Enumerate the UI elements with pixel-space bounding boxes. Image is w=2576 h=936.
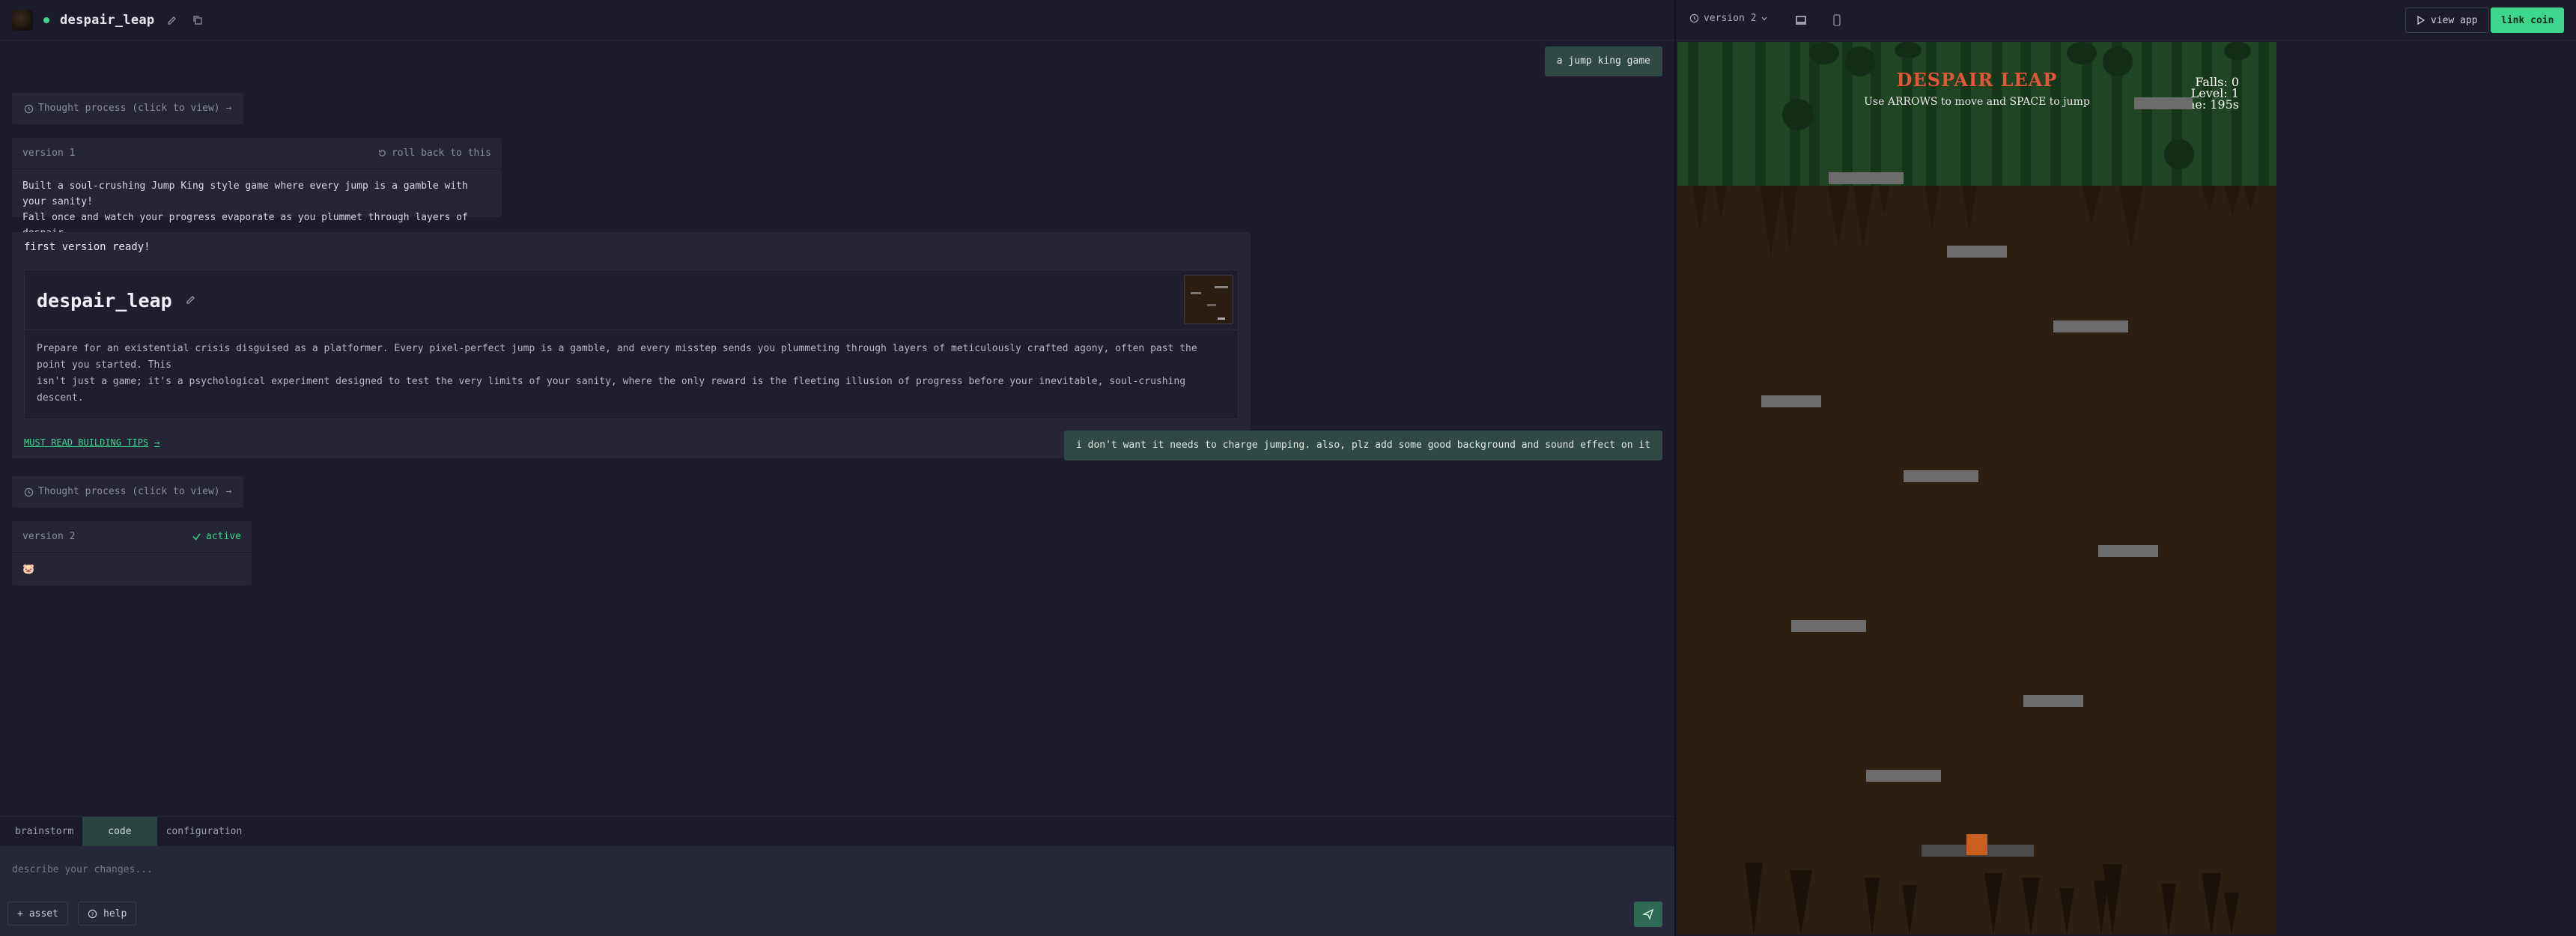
- thought-process-label: Thought process (click to view) →: [38, 103, 232, 114]
- asset-label: asset: [28, 908, 58, 920]
- building-tips-label: MUST READ BUILDING TIPS: [24, 437, 149, 448]
- mobile-view-icon[interactable]: [1829, 12, 1845, 28]
- rollback-icon: [379, 149, 386, 156]
- top-bar: despair_leap: [0, 0, 1674, 40]
- help-label: help: [103, 908, 127, 920]
- platform: [2023, 695, 2083, 707]
- help-button[interactable]: ? help: [78, 902, 137, 926]
- thought-process-label: Thought process (click to view) →: [38, 486, 232, 497]
- link-coin-button[interactable]: link coin: [2491, 7, 2565, 33]
- tab-configuration[interactable]: configuration: [157, 817, 252, 846]
- tab-brainstorm[interactable]: brainstorm: [6, 817, 82, 846]
- app-preview-card[interactable]: despair_leap Prepare for an existential …: [24, 270, 1239, 419]
- view-app-button[interactable]: view app: [2405, 7, 2489, 33]
- add-asset-button[interactable]: + asset: [7, 902, 68, 926]
- project-name: despair_leap: [60, 12, 155, 28]
- help-icon: ?: [88, 909, 97, 918]
- svg-text:?: ?: [91, 911, 94, 917]
- send-icon: [1642, 908, 1654, 920]
- preview-toolbar: version 2 view app link coin: [1676, 0, 2576, 40]
- app-description: Prepare for an existential crisis disgui…: [37, 341, 1227, 407]
- copy-icon[interactable]: [190, 13, 205, 28]
- chat-pane: despair_leap a jump king game Thought pr…: [0, 0, 1674, 936]
- arrow-right-icon: →: [154, 437, 160, 448]
- version-label: version 1: [22, 148, 76, 159]
- version-header: version 2 active: [12, 521, 252, 553]
- history-icon: [1689, 13, 1699, 23]
- user-message: a jump king game: [1544, 46, 1662, 76]
- app-title: despair_leap: [37, 290, 196, 312]
- platform: [2134, 97, 2193, 109]
- pencil-icon[interactable]: [186, 294, 196, 308]
- app-description-line: isn't just a game; it's a psychological …: [37, 376, 1186, 404]
- project-logo: [12, 9, 33, 31]
- app-thumbnail[interactable]: [1184, 275, 1233, 324]
- pencil-icon[interactable]: [165, 13, 180, 28]
- app-title-text: despair_leap: [37, 290, 172, 312]
- forest-background: [1677, 42, 2276, 186]
- app-root: despair_leap a jump king game Thought pr…: [0, 0, 2576, 936]
- platform: [1904, 470, 1978, 482]
- thought-process-toggle[interactable]: Thought process (click to view) →: [12, 93, 244, 124]
- mode-tabs: brainstorm code configuration: [0, 816, 1674, 846]
- platform: [1761, 395, 1821, 407]
- platform: [1829, 172, 1904, 184]
- platform: [1866, 770, 1941, 782]
- rollback-button[interactable]: roll back to this: [377, 148, 491, 159]
- clock-icon: [24, 104, 34, 113]
- building-tips-link[interactable]: MUST READ BUILDING TIPS →: [24, 437, 160, 448]
- version-select-label: version 2: [1704, 13, 1757, 24]
- chat-thread: a jump king game Thought process (click …: [0, 40, 1674, 816]
- version-header: version 1 roll back to this: [12, 138, 502, 169]
- ready-title: first version ready!: [24, 241, 151, 253]
- composer: + asset ? help: [0, 846, 1674, 936]
- plus-icon: +: [17, 908, 23, 920]
- game-canvas[interactable]: DESPAIR LEAP Use ARROWS to move and SPAC…: [1677, 42, 2276, 935]
- player-character: [1966, 834, 1987, 855]
- view-app-label: view app: [2431, 14, 2478, 26]
- app-description-line: Prepare for an existential crisis disgui…: [37, 343, 1197, 371]
- ready-card: first version ready! despair_leap Prepar…: [12, 232, 1251, 458]
- tab-code[interactable]: code: [82, 817, 157, 846]
- platform: [2053, 320, 2128, 332]
- platform: [1947, 246, 2007, 258]
- version-description-line: Built a soul-crushing Jump King style ga…: [22, 180, 468, 207]
- platform: [1791, 620, 1866, 632]
- version-card-1: version 1 roll back to this Built a soul…: [12, 138, 502, 239]
- change-request-input[interactable]: [12, 858, 1585, 881]
- clock-icon: [24, 487, 34, 496]
- version-description: 🐷: [22, 564, 35, 575]
- version-select[interactable]: version 2: [1689, 13, 1768, 24]
- active-label: active: [206, 531, 241, 542]
- preview-pane: version 2 view app link coin DESPAIR LEA…: [1676, 0, 2576, 936]
- platform: [2098, 545, 2158, 557]
- desktop-view-icon[interactable]: [1793, 12, 1809, 28]
- thought-process-toggle[interactable]: Thought process (click to view) →: [12, 476, 244, 508]
- version-label: version 2: [22, 531, 76, 542]
- floor-spikes: [1745, 863, 2239, 935]
- active-badge: active: [192, 531, 241, 542]
- send-button[interactable]: [1634, 902, 1662, 927]
- chevron-down-icon: [1761, 16, 1767, 20]
- rollback-label: roll back to this: [391, 148, 491, 159]
- play-icon: [2417, 16, 2425, 25]
- status-dot: [43, 16, 49, 23]
- user-message: i don't want it needs to charge jumping.…: [1063, 431, 1662, 461]
- app-preview-header: despair_leap: [25, 270, 1238, 330]
- version-card-2: version 2 active 🐷: [12, 521, 252, 586]
- check-icon: [192, 533, 201, 541]
